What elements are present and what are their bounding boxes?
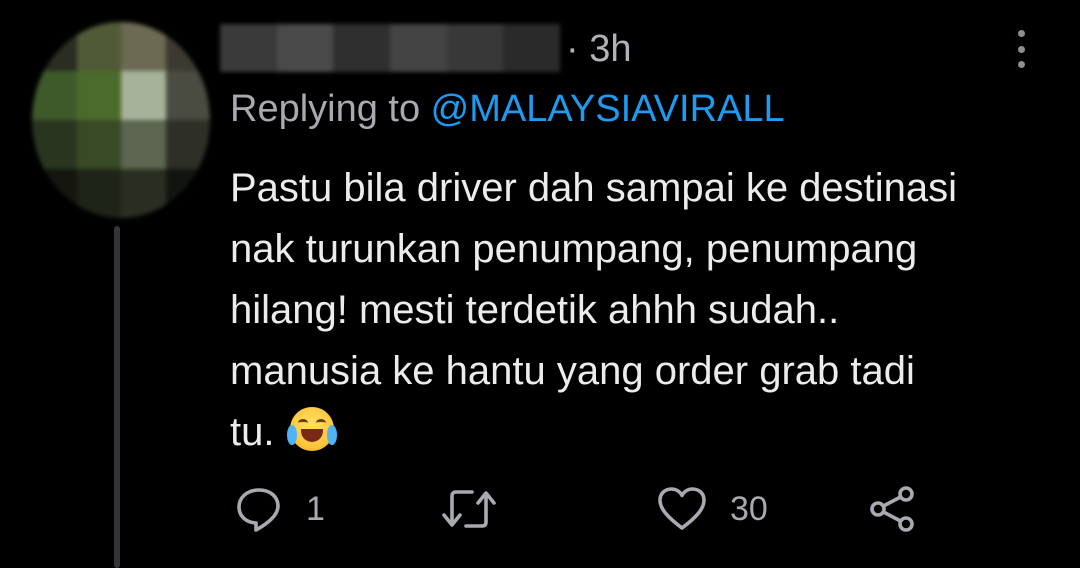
tweet-text-content: Pastu bila driver dah sampai ke destinas… [230, 166, 958, 454]
retweet-button[interactable] [440, 482, 520, 536]
face-with-tears-of-joy-icon [286, 407, 337, 451]
share-button[interactable] [866, 482, 918, 536]
reply-count: 1 [306, 489, 325, 528]
tweet-text: Pastu bila driver dah sampai ke destinas… [230, 158, 1050, 463]
reply-mention-link[interactable]: @MALAYSIAVIRALL [431, 88, 785, 130]
reply-icon [237, 488, 280, 532]
retweet-icon [442, 490, 496, 528]
like-icon [658, 487, 706, 530]
tweet-card[interactable]: · 3h Replying to @MALAYSIAVIRALL Pastu b… [0, 0, 1080, 568]
replying-to-line: Replying to @MALAYSIAVIRALL [230, 88, 785, 131]
reply-button[interactable]: 1 [234, 482, 325, 536]
replying-to-label: Replying to [230, 88, 431, 130]
redacted-username[interactable] [220, 24, 561, 72]
like-button[interactable]: 30 [656, 482, 768, 536]
tweet-timestamp[interactable]: · 3h [566, 28, 631, 71]
action-bar: 1 30 [0, 482, 1080, 536]
like-count: 30 [730, 489, 768, 528]
more-options-icon[interactable] [1006, 30, 1036, 68]
avatar[interactable] [32, 22, 210, 218]
share-icon [870, 486, 914, 532]
